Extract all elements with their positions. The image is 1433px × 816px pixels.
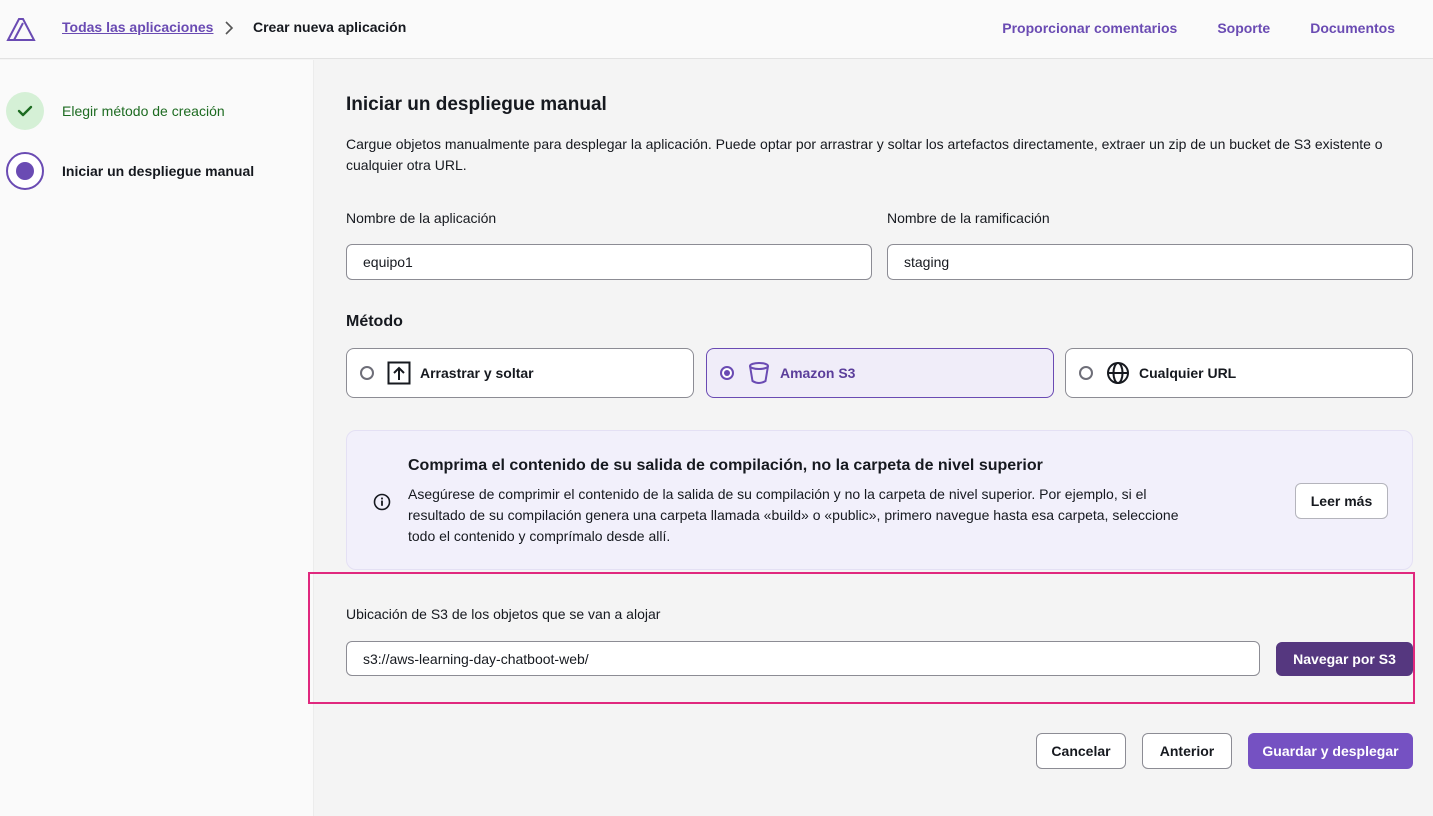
alert-body: Asegúrese de comprimir el contenido de l… <box>408 486 1179 544</box>
method-drag-drop-option[interactable]: Arrastrar y soltar <box>346 348 694 398</box>
bucket-icon <box>746 360 772 386</box>
read-more-button[interactable]: Leer más <box>1295 483 1388 519</box>
radio-button[interactable] <box>360 366 374 380</box>
save-and-deploy-button[interactable]: Guardar y desplegar <box>1248 733 1413 769</box>
top-bar: Todas las aplicaciones Crear nueva aplic… <box>0 0 1433 59</box>
page-title: Iniciar un despliegue manual <box>346 94 607 115</box>
breadcrumb-all-apps-link[interactable]: Todas las aplicaciones <box>62 19 213 35</box>
radio-button[interactable] <box>720 366 734 380</box>
branch-name-input[interactable] <box>887 244 1413 280</box>
method-label: Amazon S3 <box>780 365 856 381</box>
alert-title: Comprima el contenido de su salida de co… <box>408 457 1043 474</box>
step-manual-deploy[interactable]: Iniciar un despliegue manual <box>6 152 254 190</box>
step-completed-badge <box>6 92 44 130</box>
current-step-dot <box>16 162 34 180</box>
amplify-logo-icon[interactable] <box>6 16 36 42</box>
feedback-link[interactable]: Proporcionar comentarios <box>1002 20 1177 36</box>
page-description: Cargue objetos manualmente para desplega… <box>346 136 1383 173</box>
info-icon <box>373 493 391 511</box>
branch-name-label: Nombre de la ramificación <box>887 210 1050 226</box>
check-icon <box>17 105 33 117</box>
step-label: Elegir método de creación <box>62 103 225 119</box>
info-alert: Comprima el contenido de su salida de co… <box>346 430 1413 570</box>
method-title: Método <box>346 313 403 330</box>
breadcrumb-current: Crear nueva aplicación <box>253 19 407 35</box>
app-name-label: Nombre de la aplicación <box>346 210 497 226</box>
header-nav: Proporcionar comentarios Soporte Documen… <box>1002 20 1395 36</box>
docs-link[interactable]: Documentos <box>1310 20 1395 36</box>
upload-icon <box>386 360 412 386</box>
radio-button[interactable] <box>1079 366 1093 380</box>
wizard-sidebar: Elegir método de creación Iniciar un des… <box>0 60 314 816</box>
method-amazon-s3-option[interactable]: Amazon S3 <box>706 348 1054 398</box>
chevron-right-icon <box>225 21 234 35</box>
method-any-url-option[interactable]: Cualquier URL <box>1065 348 1413 398</box>
support-link[interactable]: Soporte <box>1217 20 1270 36</box>
step-choose-method[interactable]: Elegir método de creación <box>6 92 225 130</box>
s3-location-highlight-box <box>308 572 1415 704</box>
cancel-button[interactable]: Cancelar <box>1036 733 1126 769</box>
previous-button[interactable]: Anterior <box>1142 733 1232 769</box>
step-label: Iniciar un despliegue manual <box>62 163 255 179</box>
app-name-input[interactable] <box>346 244 872 280</box>
method-label: Arrastrar y soltar <box>420 365 534 381</box>
method-label: Cualquier URL <box>1139 365 1237 381</box>
step-current-badge <box>6 152 44 190</box>
globe-icon <box>1105 360 1131 386</box>
